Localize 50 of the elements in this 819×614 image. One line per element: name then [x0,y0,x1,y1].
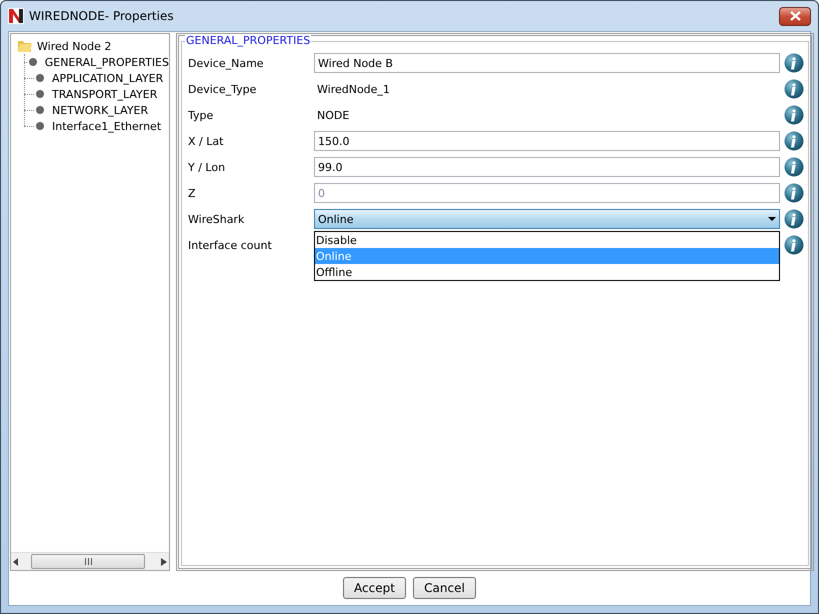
info-icon[interactable] [784,53,804,73]
input-field: 0 [314,183,780,203]
dropdown-option[interactable]: Offline [315,264,779,280]
field-label: X / Lat [188,134,224,148]
bullet-icon [28,58,37,66]
field-value: NODE [317,108,350,122]
field-label: WireShark [188,212,246,226]
info-icon[interactable] [784,209,804,229]
bullet-icon [36,122,44,130]
window-title: WIREDNODE- Properties [29,9,174,23]
tree-item[interactable]: GENERAL_PROPERTIES [44,56,169,68]
close-button[interactable] [779,6,811,26]
info-icon[interactable] [784,183,804,203]
dropdown-arrow-icon [768,217,776,221]
info-icon[interactable] [784,157,804,177]
dropdown[interactable]: Online [314,209,780,229]
input-field[interactable]: 99.0 [314,157,780,177]
dropdown-option[interactable]: Disable [315,232,779,248]
info-icon[interactable] [784,105,804,125]
field-label: Device_Type [188,82,258,96]
app-logo-icon [8,8,24,24]
bullet-icon [36,106,44,114]
field-label: Y / Lon [188,160,226,174]
folder-icon [17,38,33,54]
info-icon[interactable] [784,131,804,151]
grip-icon [84,558,92,565]
horizontal-scrollbar[interactable] [11,552,169,570]
scroll-thumb[interactable] [31,554,145,569]
close-icon [790,11,800,21]
tree-item[interactable]: NETWORK_LAYER [52,104,148,116]
dialog-button[interactable]: Cancel [413,577,476,599]
field-label: Z [188,186,197,200]
tree-item[interactable]: TRANSPORT_LAYER [52,88,158,100]
bullet-icon [36,74,44,82]
input-field[interactable]: Wired Node B [314,53,780,73]
scroll-right-icon [161,558,167,566]
scroll-left-icon [13,558,19,566]
field-label: Interface count [188,238,273,252]
input-field[interactable]: 150.0 [314,131,780,151]
info-icon[interactable] [784,79,804,99]
dialog-button[interactable]: Accept [343,577,406,599]
info-icon[interactable] [784,235,804,255]
field-label: Device_Name [188,56,265,70]
tree-item[interactable]: Interface1_Ethernet [52,120,162,132]
field-value: WiredNode_1 [317,82,390,96]
bullet-icon [36,90,44,98]
tree-item[interactable]: APPLICATION_LAYER [52,72,164,84]
group-legend: GENERAL_PROPERTIES [185,34,312,47]
tree-item[interactable]: Wired Node 2 [17,38,169,54]
field-label: Type [188,108,214,122]
